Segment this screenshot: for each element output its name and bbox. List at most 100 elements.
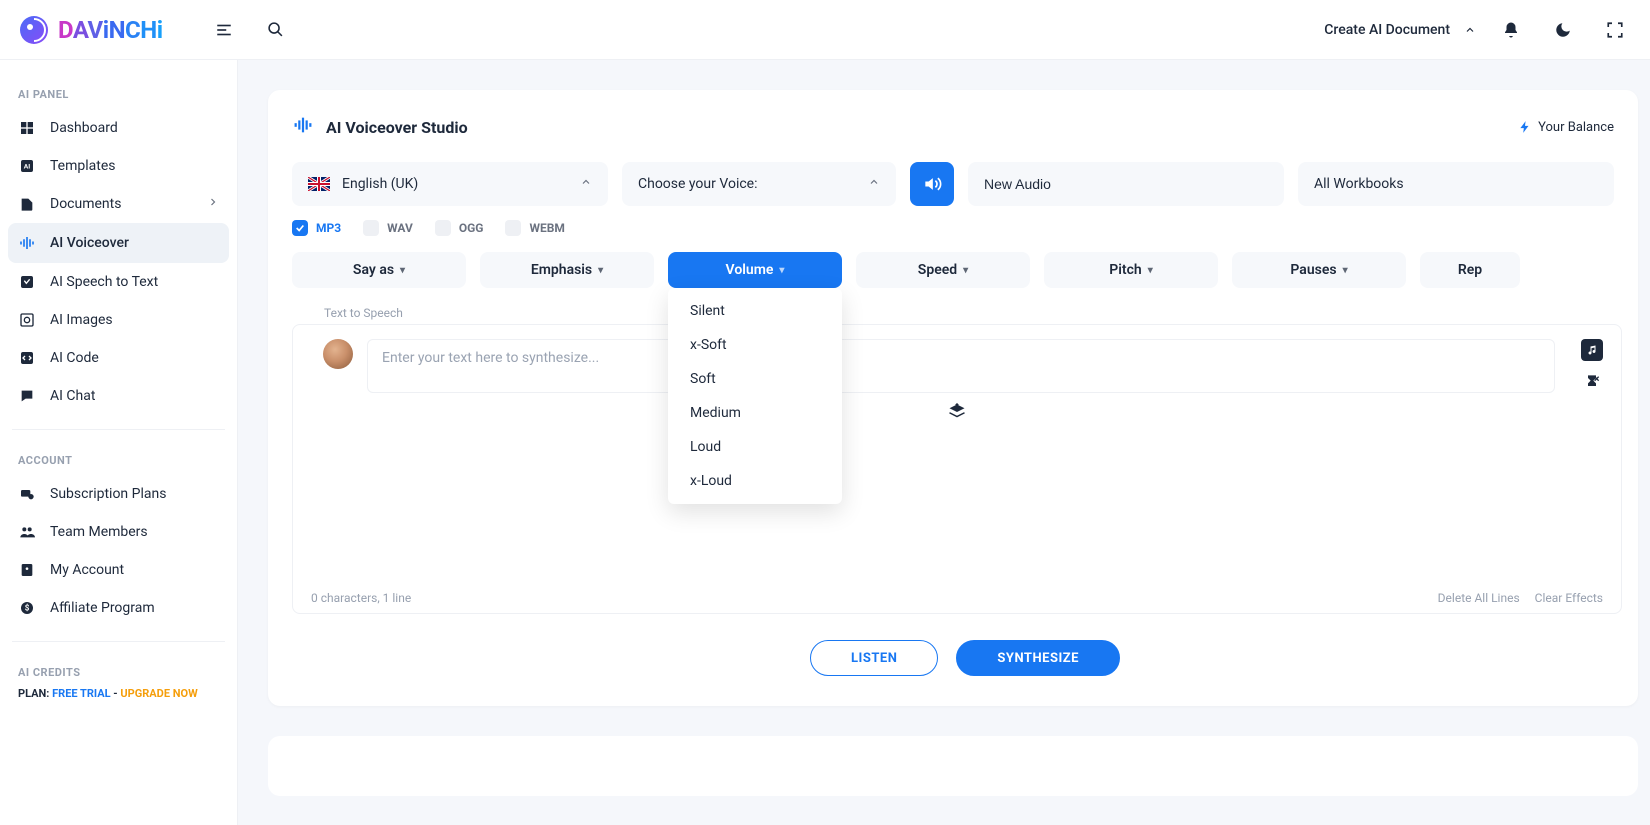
menu-toggle-icon[interactable]: [207, 13, 241, 47]
voice-placeholder: Choose your Voice:: [638, 176, 758, 192]
sidebar-item-subscription[interactable]: Subscription Plans: [8, 475, 229, 513]
sidebar-item-label: AI Code: [50, 350, 99, 366]
format-ogg[interactable]: OGG: [435, 220, 484, 236]
balance-indicator[interactable]: Your Balance: [1518, 120, 1614, 135]
create-label: Create AI Document: [1324, 22, 1450, 38]
chat-icon: [18, 388, 36, 404]
volume-option-medium[interactable]: Medium: [668, 396, 842, 430]
uk-flag-icon: [308, 177, 330, 191]
ssml-speed[interactable]: Speed▾: [856, 252, 1030, 288]
format-row: MP3 WAV OGG WEBM: [292, 220, 1638, 236]
listen-button[interactable]: LISTEN: [810, 640, 938, 676]
clear-effects-link[interactable]: Clear Effects: [1535, 591, 1603, 605]
sidebar-item-ai-chat[interactable]: AI Chat: [8, 377, 229, 415]
format-mp3[interactable]: MP3: [292, 220, 341, 236]
sidebar-item-ai-code[interactable]: AI Code: [8, 339, 229, 377]
volume-dropdown: Silent x-Soft Soft Medium Loud x-Loud: [668, 288, 842, 504]
chevron-up-icon: [1464, 24, 1476, 36]
dashboard-icon: [18, 120, 36, 136]
synthesize-button[interactable]: SYNTHESIZE: [956, 640, 1120, 676]
sidebar-item-dashboard[interactable]: Dashboard: [8, 109, 229, 147]
ssml-emphasis[interactable]: Emphasis▾: [480, 252, 654, 288]
notifications-icon[interactable]: [1494, 13, 1528, 47]
sidebar-item-label: AI Images: [50, 312, 113, 328]
page-title: AI Voiceover Studio: [326, 118, 468, 137]
preview-voice-button[interactable]: [910, 162, 954, 206]
voiceover-studio-card: AI Voiceover Studio Your Balance English…: [268, 90, 1638, 706]
bolt-icon: [1518, 120, 1532, 134]
documents-icon: [18, 196, 36, 212]
sidebar-item-label: Subscription Plans: [50, 486, 166, 502]
dark-mode-icon[interactable]: [1546, 13, 1580, 47]
search-icon[interactable]: [259, 13, 293, 47]
tts-editor: 0 characters, 1 line Delete All Lines Cl…: [292, 324, 1622, 614]
language-select[interactable]: English (UK): [292, 162, 608, 206]
sidebar-item-label: AI Voiceover: [50, 235, 129, 251]
tts-textarea[interactable]: [367, 339, 1555, 393]
sidebar-item-templates[interactable]: AI Templates: [8, 147, 229, 185]
divider: [12, 429, 225, 430]
voiceover-icon: [18, 234, 36, 252]
divider: [12, 641, 225, 642]
language-value: English (UK): [342, 176, 418, 192]
plan-upgrade-link[interactable]: UPGRADE NOW: [120, 687, 197, 700]
sidebar-item-speech-to-text[interactable]: AI Speech to Text: [8, 263, 229, 301]
voice-select[interactable]: Choose your Voice:: [622, 162, 896, 206]
format-wav[interactable]: WAV: [363, 220, 413, 236]
templates-icon: AI: [18, 158, 36, 174]
ssml-controls-row: Say as▾ Emphasis▾ Volume▾ Silent x-Soft …: [292, 252, 1638, 288]
svg-text:$: $: [25, 604, 30, 613]
brand-logo[interactable]: DAViNCHi: [18, 14, 163, 46]
plan-status: PLAN: FREE TRIAL - UPGRADE NOW: [8, 687, 229, 700]
sidebar: AI PANEL Dashboard AI Templates Document…: [0, 60, 238, 825]
sidebar-section-account: ACCOUNT: [8, 444, 229, 475]
music-note-icon[interactable]: [1581, 339, 1603, 361]
volume-option-xsoft[interactable]: x-Soft: [668, 328, 842, 362]
format-webm[interactable]: WEBM: [505, 220, 564, 236]
fullscreen-icon[interactable]: [1598, 13, 1632, 47]
results-card: [268, 736, 1638, 796]
chevron-up-icon: [580, 176, 592, 192]
topbar: DAViNCHi Create AI Document: [0, 0, 1650, 60]
sidebar-item-label: Dashboard: [50, 120, 118, 136]
char-count: 0 characters, 1 line: [311, 591, 411, 605]
add-layer-icon[interactable]: [948, 403, 966, 425]
tts-section-label: Text to Speech: [324, 306, 1638, 320]
sidebar-item-documents[interactable]: Documents: [8, 185, 229, 223]
brand-wordmark: DAViNCHi: [58, 16, 163, 44]
code-icon: [18, 350, 36, 366]
ssml-say-as[interactable]: Say as▾: [292, 252, 466, 288]
sidebar-item-team[interactable]: Team Members: [8, 513, 229, 551]
ssml-replace[interactable]: Rep: [1420, 252, 1520, 288]
ssml-pauses[interactable]: Pauses▾: [1232, 252, 1406, 288]
volume-option-silent[interactable]: Silent: [668, 294, 842, 328]
sidebar-item-label: AI Speech to Text: [50, 274, 158, 290]
affiliate-icon: $: [18, 600, 36, 616]
sidebar-item-label: Templates: [50, 158, 116, 174]
sidebar-item-label: My Account: [50, 562, 124, 578]
delete-all-lines-link[interactable]: Delete All Lines: [1438, 591, 1520, 605]
volume-option-loud[interactable]: Loud: [668, 430, 842, 464]
workbook-value: All Workbooks: [1314, 176, 1404, 192]
volume-option-soft[interactable]: Soft: [668, 362, 842, 396]
sidebar-section-ai-panel: AI PANEL: [8, 78, 229, 109]
workbook-select[interactable]: All Workbooks: [1298, 162, 1614, 206]
ssml-volume[interactable]: Volume▾: [668, 252, 842, 288]
main-content: AI Voiceover Studio Your Balance English…: [238, 60, 1650, 825]
sidebar-item-ai-images[interactable]: AI Images: [8, 301, 229, 339]
voiceover-icon: [292, 114, 314, 140]
sidebar-item-affiliate[interactable]: $ Affiliate Program: [8, 589, 229, 627]
hourglass-remove-icon[interactable]: [1581, 371, 1603, 393]
sidebar-item-ai-voiceover[interactable]: AI Voiceover: [8, 223, 229, 263]
audio-name-input[interactable]: [968, 162, 1284, 206]
chevron-up-icon: [868, 176, 880, 192]
create-ai-document-menu[interactable]: Create AI Document: [1324, 22, 1476, 38]
chevron-right-icon: [207, 196, 219, 212]
account-icon: [18, 562, 36, 578]
ssml-pitch[interactable]: Pitch▾: [1044, 252, 1218, 288]
plan-free-trial[interactable]: FREE TRIAL: [52, 687, 110, 700]
team-icon: [18, 524, 36, 540]
volume-option-xloud[interactable]: x-Loud: [668, 464, 842, 498]
sidebar-item-my-account[interactable]: My Account: [8, 551, 229, 589]
voice-avatar[interactable]: [323, 339, 353, 369]
